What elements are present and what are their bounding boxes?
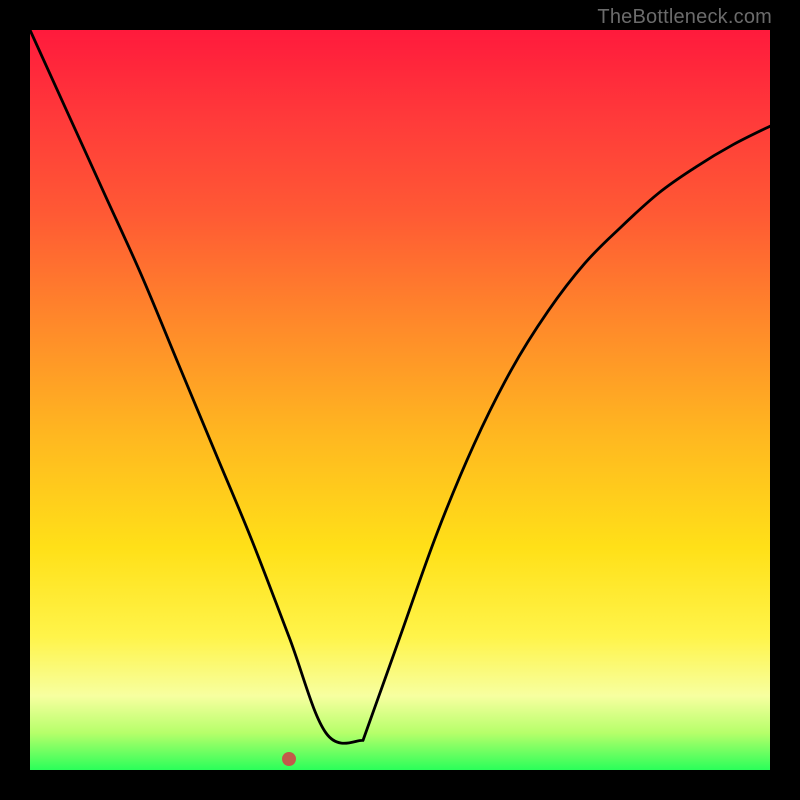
optimal-point-marker	[282, 752, 296, 766]
watermark-text: TheBottleneck.com	[597, 6, 772, 29]
bottleneck-curve	[30, 30, 770, 770]
chart-frame: TheBottleneck.com	[0, 0, 800, 800]
plot-area	[30, 30, 770, 770]
